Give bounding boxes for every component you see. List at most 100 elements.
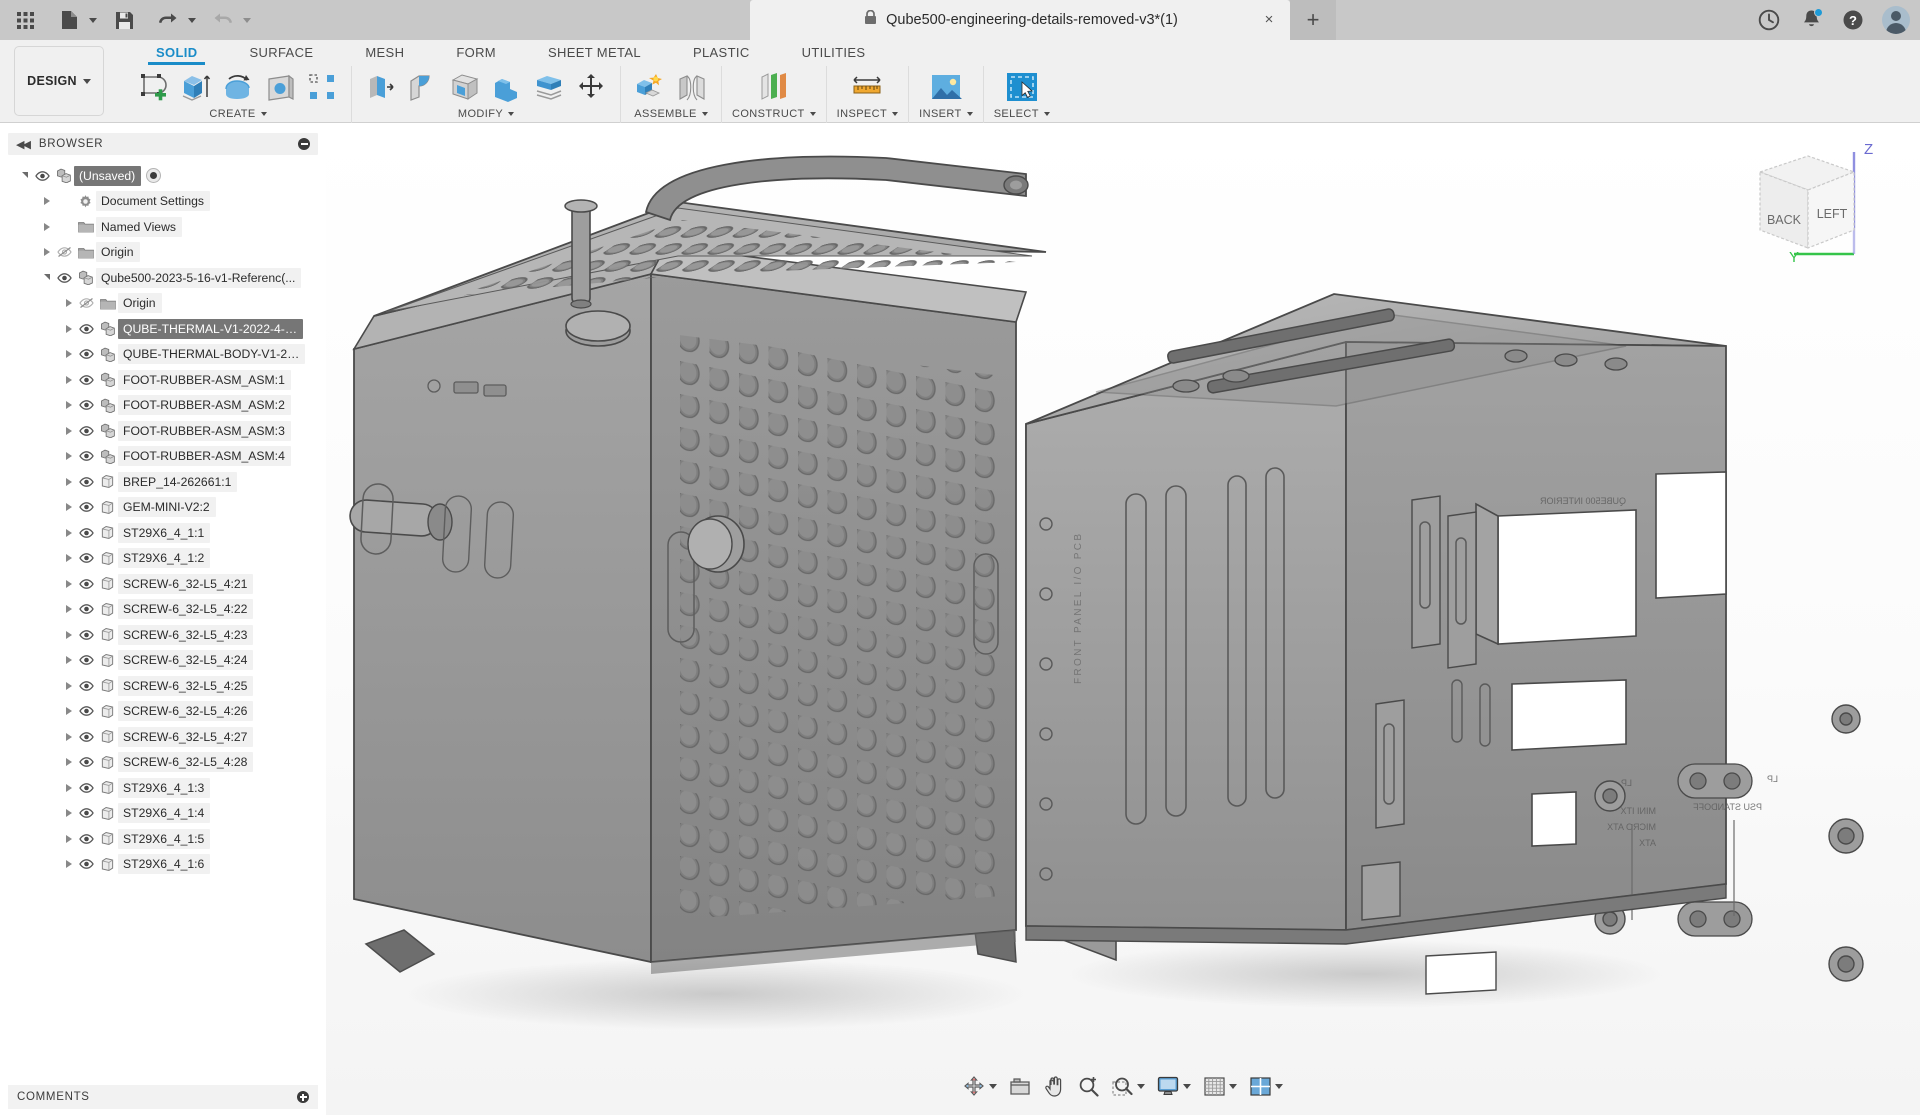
chevron-down-icon[interactable] — [1137, 1083, 1145, 1089]
collapse-left-icon[interactable]: ◀◀ — [16, 138, 31, 151]
tree-item[interactable]: FOOT-RUBBER-ASM_ASM:3 — [0, 418, 326, 444]
eye-visible-icon[interactable] — [31, 170, 53, 182]
eye-visible-icon[interactable] — [75, 348, 97, 360]
avatar[interactable] — [1882, 6, 1910, 34]
eye-visible-icon[interactable] — [75, 731, 97, 743]
eye-visible-icon[interactable] — [75, 807, 97, 819]
eye-visible-icon[interactable] — [75, 654, 97, 666]
display-settings-button[interactable] — [1152, 1072, 1196, 1100]
tree-item[interactable]: Named Views — [0, 214, 326, 240]
tree-item[interactable]: SCREW-6_32-L5_4:21 — [0, 571, 326, 597]
tree-item[interactable]: FOOT-RUBBER-ASM_ASM:4 — [0, 444, 326, 470]
chevron-down-icon[interactable] — [508, 111, 515, 116]
tree-item[interactable]: (Unsaved) — [0, 163, 326, 189]
new-tab-button[interactable]: + — [1290, 0, 1336, 40]
tree-item[interactable]: GEM-MINI-V2:2 — [0, 495, 326, 521]
pattern-icon[interactable] — [303, 68, 341, 106]
expand-triangle-icon[interactable] — [40, 220, 53, 233]
tree-item[interactable]: SCREW-6_32-L5_4:26 — [0, 699, 326, 725]
joint-icon[interactable] — [673, 68, 711, 106]
expand-triangle-icon[interactable] — [62, 348, 75, 361]
viewports-button[interactable] — [1244, 1072, 1288, 1100]
chevron-down-icon[interactable] — [1183, 1083, 1191, 1089]
tree-item[interactable]: BREP_14-262661:1 — [0, 469, 326, 495]
eye-visible-icon[interactable] — [75, 603, 97, 615]
tree-item[interactable]: ST29X6_4_1:1 — [0, 520, 326, 546]
tab-form[interactable]: FORM — [430, 40, 522, 65]
tree-item[interactable]: SCREW-6_32-L5_4:27 — [0, 724, 326, 750]
expand-triangle-icon[interactable] — [62, 577, 75, 590]
chevron-down-icon[interactable] — [701, 111, 708, 116]
chevron-down-icon[interactable] — [1043, 111, 1050, 116]
circle-minus-icon[interactable] — [298, 138, 310, 150]
tree-item[interactable]: SCREW-6_32-L5_4:25 — [0, 673, 326, 699]
tree-item[interactable]: FOOT-RUBBER-ASM_ASM:2 — [0, 393, 326, 419]
eye-visible-icon[interactable] — [75, 578, 97, 590]
eye-visible-icon[interactable] — [75, 552, 97, 564]
grid-snaps-button[interactable] — [1198, 1072, 1242, 1100]
document-tab[interactable]: Qube500-engineering-details-removed-v3*(… — [750, 0, 1290, 40]
eye-visible-icon[interactable] — [75, 527, 97, 539]
view-cube[interactable]: Z Y BACK LEFT — [1742, 136, 1882, 266]
eye-visible-icon[interactable] — [75, 501, 97, 513]
expand-triangle-icon[interactable] — [62, 628, 75, 641]
collapse-triangle-icon[interactable] — [18, 169, 31, 182]
eye-visible-icon[interactable] — [75, 629, 97, 641]
create-sketch-icon[interactable] — [135, 68, 173, 106]
expand-triangle-icon[interactable] — [62, 399, 75, 412]
eye-visible-icon[interactable] — [75, 476, 97, 488]
tree-item[interactable]: ST29X6_4_1:5 — [0, 826, 326, 852]
expand-triangle-icon[interactable] — [40, 246, 53, 259]
tree-item[interactable]: FOOT-RUBBER-ASM_ASM:1 — [0, 367, 326, 393]
eye-visible-icon[interactable] — [75, 680, 97, 692]
close-icon[interactable]: × — [1262, 12, 1276, 27]
chevron-down-icon[interactable] — [892, 111, 899, 116]
expand-triangle-icon[interactable] — [62, 781, 75, 794]
chevron-down-icon[interactable] — [809, 111, 816, 116]
expand-triangle-icon[interactable] — [62, 807, 75, 820]
tree-item[interactable]: Qube500-2023-5-16-v1-Referenc(... — [0, 265, 326, 291]
new-component-icon[interactable] — [631, 68, 669, 106]
expand-triangle-icon[interactable] — [62, 373, 75, 386]
chevron-down-icon[interactable] — [966, 111, 973, 116]
eye-visible-icon[interactable] — [75, 858, 97, 870]
eye-visible-icon[interactable] — [75, 374, 97, 386]
save-icon[interactable] — [107, 3, 141, 37]
tab-mesh[interactable]: MESH — [339, 40, 430, 65]
chevron-down-icon[interactable] — [1229, 1083, 1237, 1089]
tree-item[interactable]: QUBE-THERMAL-BODY-V1-2… — [0, 342, 326, 368]
revolve-icon[interactable] — [219, 68, 257, 106]
eye-visible-icon[interactable] — [53, 272, 75, 284]
tree-item[interactable]: SCREW-6_32-L5_4:28 — [0, 750, 326, 776]
canvas-viewport[interactable]: FRONT PANEL I/O PCB LP LP MINI ITX MICRO… — [326, 124, 1920, 1115]
tree-item[interactable]: SCREW-6_32-L5_4:24 — [0, 648, 326, 674]
insert-canvas-icon[interactable] — [927, 68, 965, 106]
expand-triangle-icon[interactable] — [62, 756, 75, 769]
expand-triangle-icon[interactable] — [62, 603, 75, 616]
tab-solid[interactable]: SOLID — [130, 40, 223, 65]
expand-triangle-icon[interactable] — [62, 450, 75, 463]
tab-surface[interactable]: SURFACE — [223, 40, 339, 65]
tree-item[interactable]: Document Settings — [0, 189, 326, 215]
tree-item[interactable]: SCREW-6_32-L5_4:22 — [0, 597, 326, 623]
collapse-triangle-icon[interactable] — [40, 271, 53, 284]
tree-item[interactable]: ST29X6_4_1:6 — [0, 852, 326, 878]
eye-visible-icon[interactable] — [75, 323, 97, 335]
measure-icon[interactable] — [848, 68, 886, 106]
combine-icon[interactable] — [488, 68, 526, 106]
expand-triangle-icon[interactable] — [62, 705, 75, 718]
undo-dropdown-caret[interactable] — [188, 17, 196, 23]
tree-item[interactable]: ST29X6_4_1:2 — [0, 546, 326, 572]
chevron-down-icon[interactable] — [260, 111, 267, 116]
select-window-icon[interactable] — [1003, 68, 1041, 106]
eye-visible-icon[interactable] — [75, 756, 97, 768]
eye-visible-icon[interactable] — [75, 705, 97, 717]
expand-triangle-icon[interactable] — [62, 297, 75, 310]
new-file-dropdown-caret[interactable] — [89, 17, 97, 23]
eye-visible-icon[interactable] — [75, 450, 97, 462]
eye-visible-icon[interactable] — [75, 399, 97, 411]
circle-plus-icon[interactable] — [297, 1091, 309, 1103]
undo-icon[interactable] — [151, 3, 185, 37]
app-grid-icon[interactable] — [8, 3, 42, 37]
tab-utilities[interactable]: UTILITIES — [776, 40, 892, 65]
